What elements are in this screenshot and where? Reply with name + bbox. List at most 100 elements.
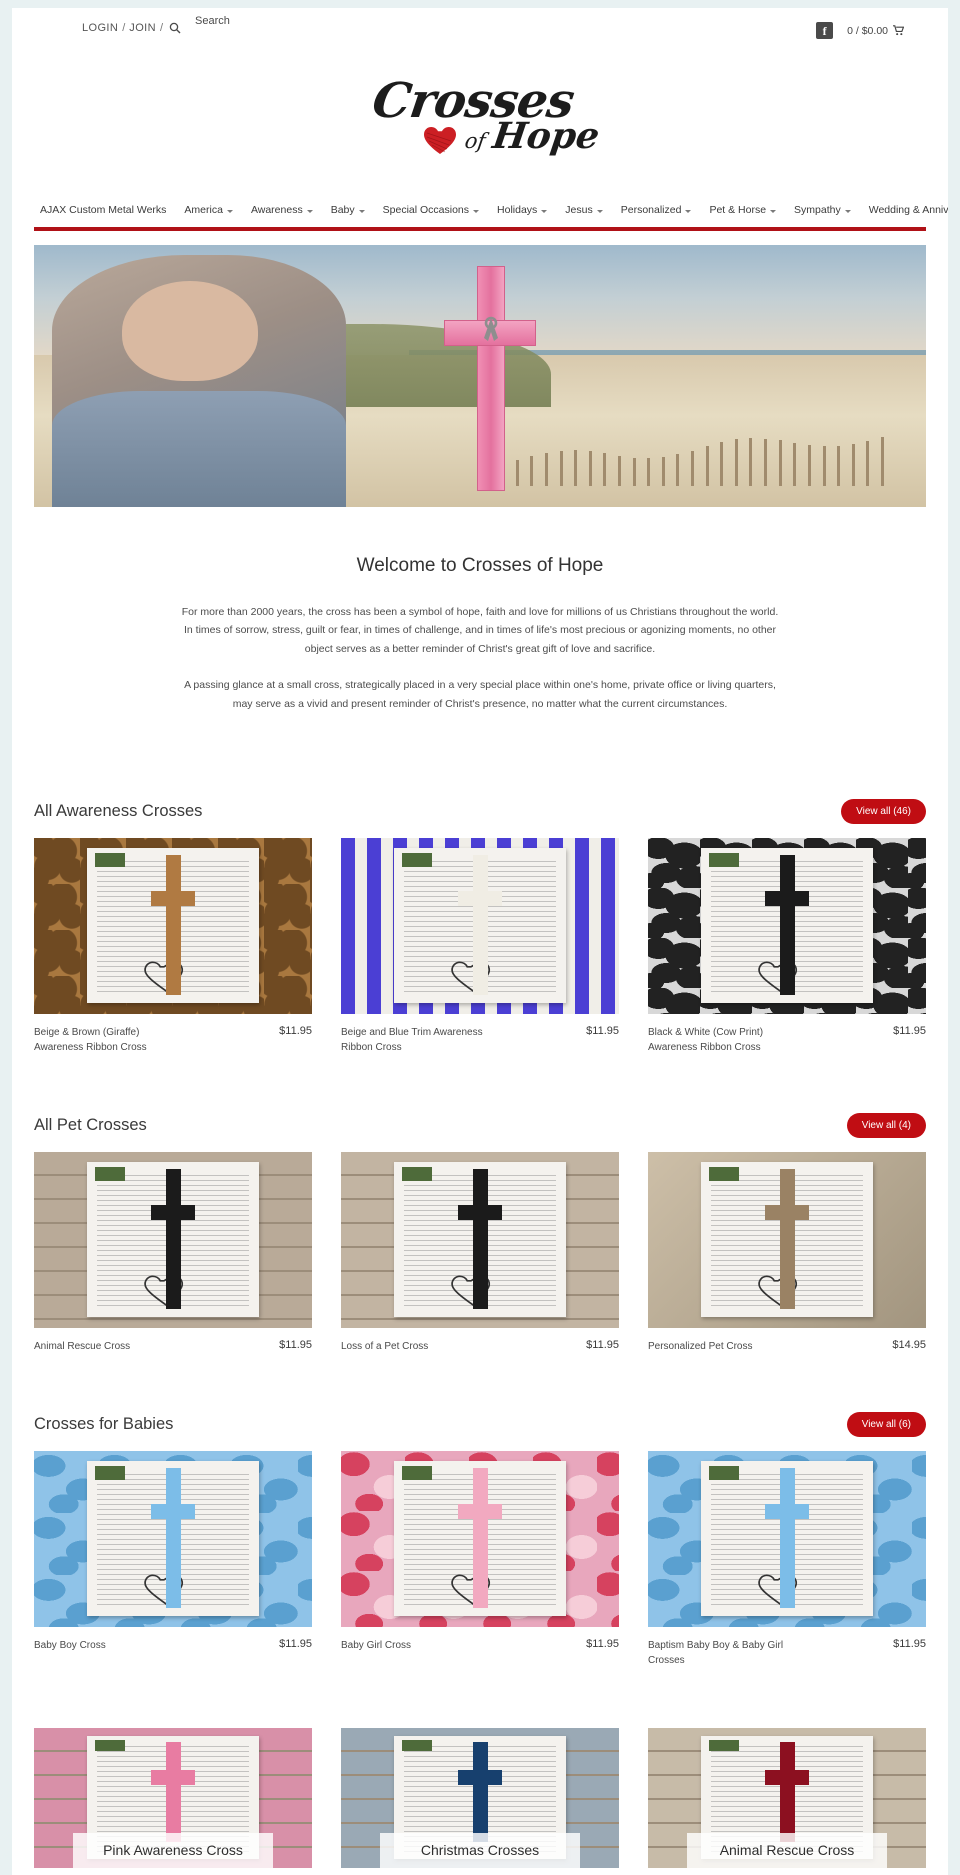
- view-all-button[interactable]: View all (4): [846, 1112, 926, 1138]
- product-card[interactable]: Animal Rescue Cross $11.95: [34, 1151, 312, 1354]
- category-tile[interactable]: Pink Awareness Cross: [34, 1727, 312, 1868]
- product-card[interactable]: Beige and Blue Trim Awareness Ribbon Cro…: [341, 837, 619, 1055]
- nav-item-awareness[interactable]: Awareness: [242, 204, 322, 222]
- main-navigation: AJAX Custom Metal Werks America Awareness B…: [34, 204, 948, 231]
- product-name[interactable]: Baby Boy Cross: [34, 1638, 106, 1653]
- fence-post: [544, 452, 548, 487]
- utility-bar: LOGIN / JOIN / Search f 0 / $0.00: [12, 8, 948, 52]
- category-tiles: Pink Awareness Cross Christmas Crosses Ani…: [12, 1727, 948, 1868]
- site-logo[interactable]: Crosses of Hope: [12, 52, 948, 182]
- product-name[interactable]: Beige and Blue Trim Awareness Ribbon Cro…: [341, 1025, 486, 1055]
- product-name[interactable]: Beige & Brown (Giraffe) Awareness Ribbon…: [34, 1025, 179, 1055]
- nav-item-jesus[interactable]: Jesus: [556, 204, 611, 222]
- product-image[interactable]: [648, 837, 926, 1014]
- search-icon[interactable]: [169, 22, 181, 34]
- nav-item-label: AJAX Custom Metal Werks: [40, 204, 167, 216]
- cross-horizontal: [765, 1504, 809, 1520]
- cart-summary[interactable]: 0 / $0.00: [847, 25, 904, 37]
- fence-post: [837, 446, 841, 487]
- hero-banner[interactable]: [34, 245, 926, 507]
- product-card[interactable]: Baby Boy Cross $11.95: [34, 1450, 312, 1668]
- product-image[interactable]: [34, 1151, 312, 1328]
- product-image[interactable]: [341, 1450, 619, 1627]
- paper-badge: [709, 853, 739, 867]
- fence-post: [778, 440, 782, 487]
- chevron-down-icon: [596, 209, 603, 213]
- product-image[interactable]: [34, 837, 312, 1014]
- nav-item-special-occasions[interactable]: Special Occasions: [374, 204, 488, 222]
- fence-post: [822, 446, 826, 487]
- nav-item-label: Sympathy: [794, 204, 841, 216]
- fence-post: [793, 442, 797, 487]
- product-price: $11.95: [586, 1637, 619, 1650]
- section-header: All Awareness Crosses View all (46): [34, 798, 926, 824]
- fence-post: [749, 438, 753, 487]
- product-cross-graphic: [765, 855, 809, 996]
- product-name[interactable]: Animal Rescue Cross: [34, 1339, 130, 1354]
- product-image[interactable]: [34, 1450, 312, 1627]
- facebook-icon[interactable]: f: [816, 22, 834, 39]
- paper-badge: [95, 1167, 125, 1181]
- nav-item-america[interactable]: America: [175, 204, 242, 222]
- nav-item-pet-horse[interactable]: Pet & Horse: [700, 204, 785, 222]
- cross-vertical: [473, 1169, 488, 1310]
- hero-cross-vertical: [477, 265, 506, 491]
- product-grid: Baby Boy Cross $11.95 Baby Girl Cross $11.9…: [34, 1450, 926, 1668]
- product-card[interactable]: Black & White (Cow Print) Awareness Ribb…: [648, 837, 926, 1055]
- product-meta: Baby Boy Cross $11.95: [34, 1638, 312, 1653]
- fence-post: [691, 450, 695, 487]
- product-card[interactable]: Loss of a Pet Cross $11.95: [341, 1151, 619, 1354]
- nav-item-baby[interactable]: Baby: [322, 204, 374, 222]
- nav-item-wedding-anniversary[interactable]: Wedding & Anniversary: [860, 204, 948, 222]
- cross-horizontal: [458, 1504, 502, 1520]
- nav-item-ajax-custom-metal-werks[interactable]: AJAX Custom Metal Werks: [34, 204, 175, 222]
- nav-item-label: America: [184, 204, 223, 216]
- product-price: $11.95: [586, 1338, 619, 1351]
- cross-horizontal: [765, 1205, 809, 1221]
- shopping-cart-icon: [893, 25, 904, 36]
- product-price: $11.95: [586, 1024, 619, 1037]
- product-name[interactable]: Personalized Pet Cross: [648, 1339, 753, 1354]
- section-title: All Awareness Crosses: [34, 801, 203, 820]
- cross-horizontal: [151, 1205, 195, 1221]
- view-all-button[interactable]: View all (6): [846, 1411, 926, 1437]
- category-tile[interactable]: Christmas Crosses: [341, 1727, 619, 1868]
- cross-vertical: [780, 1169, 795, 1310]
- product-card[interactable]: Baptism Baby Boy & Baby Girl Crosses $11.…: [648, 1450, 926, 1668]
- product-card[interactable]: Baby Girl Cross $11.95: [341, 1450, 619, 1668]
- fence-post: [734, 439, 738, 487]
- page-title: Welcome to Crosses of Hope: [356, 555, 604, 576]
- logo-artwork: Crosses of Hope: [365, 67, 602, 167]
- nav-item-sympathy[interactable]: Sympathy: [785, 204, 860, 222]
- heart-icon: [424, 127, 456, 154]
- product-meta: Beige and Blue Trim Awareness Ribbon Cro…: [341, 1025, 619, 1055]
- chevron-down-icon: [844, 209, 851, 213]
- nav-item-holidays[interactable]: Holidays: [488, 204, 556, 222]
- product-image[interactable]: [341, 837, 619, 1014]
- page-root: LOGIN / JOIN / Search f 0 / $0.00 Crosse…: [0, 0, 960, 1875]
- product-image[interactable]: [341, 1151, 619, 1328]
- search-input[interactable]: Search: [195, 15, 230, 27]
- product-name[interactable]: Baby Girl Cross: [341, 1638, 411, 1653]
- product-card[interactable]: Beige & Brown (Giraffe) Awareness Ribbon…: [34, 837, 312, 1055]
- fence-post: [764, 438, 768, 487]
- category-label: Christmas Crosses: [379, 1832, 581, 1868]
- product-price: $11.95: [279, 1338, 312, 1351]
- paper-badge: [709, 1167, 739, 1181]
- join-link[interactable]: JOIN: [129, 22, 156, 34]
- product-image[interactable]: [648, 1151, 926, 1328]
- nav-item-label: Pet & Horse: [709, 204, 767, 216]
- login-link[interactable]: LOGIN: [82, 22, 118, 34]
- view-all-button[interactable]: View all (46): [841, 798, 926, 824]
- chevron-down-icon: [358, 209, 365, 213]
- product-name[interactable]: Loss of a Pet Cross: [341, 1339, 428, 1354]
- product-grid: Animal Rescue Cross $11.95 Loss of a Pet C…: [34, 1151, 926, 1354]
- welcome-paragraph-1: For more than 2000 years, the cross has …: [181, 606, 779, 655]
- nav-item-personalized[interactable]: Personalized: [612, 204, 701, 222]
- product-image[interactable]: [648, 1450, 926, 1627]
- product-card[interactable]: Personalized Pet Cross $14.95: [648, 1151, 926, 1354]
- product-name[interactable]: Baptism Baby Boy & Baby Girl Crosses: [648, 1638, 793, 1668]
- category-tile[interactable]: Animal Rescue Cross: [648, 1727, 926, 1868]
- product-name[interactable]: Black & White (Cow Print) Awareness Ribb…: [648, 1025, 793, 1055]
- product-meta: Baptism Baby Boy & Baby Girl Crosses $11.…: [648, 1638, 926, 1668]
